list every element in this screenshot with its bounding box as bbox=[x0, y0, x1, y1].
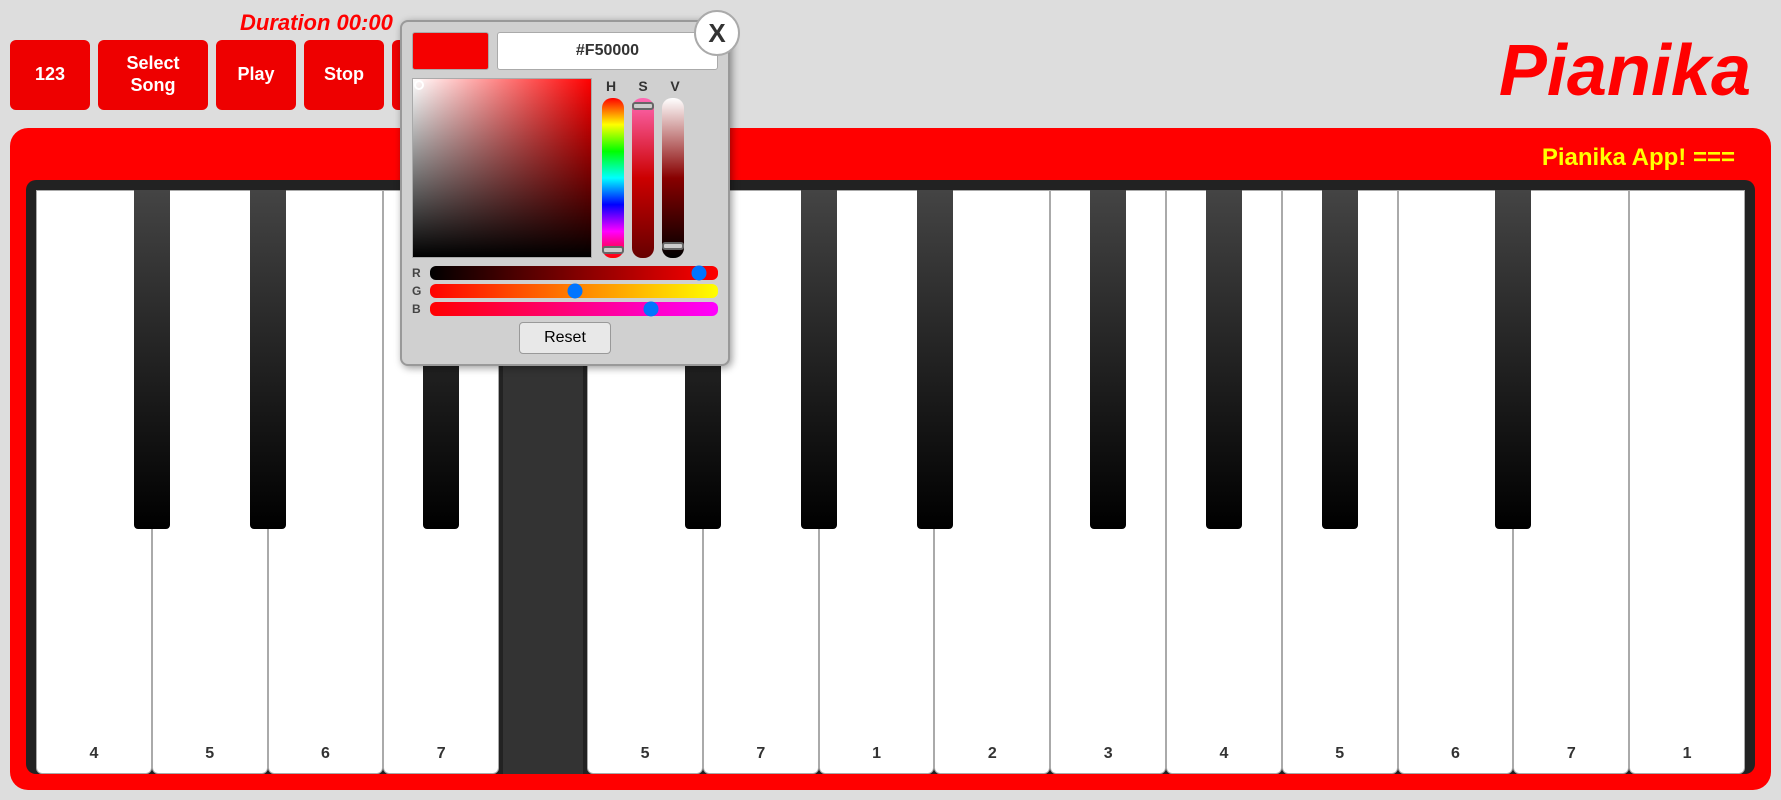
hsv-labels: H S V bbox=[600, 78, 686, 94]
gradient-cursor bbox=[414, 80, 424, 90]
saturation-slider-container bbox=[632, 98, 654, 258]
key-label-1b: 1 bbox=[1683, 745, 1692, 763]
duration-label: Duration 00:00 bbox=[240, 10, 393, 36]
key-label-7a: 7 bbox=[437, 745, 446, 763]
key-label-5c: 5 bbox=[1335, 745, 1344, 763]
saturation-label: S bbox=[632, 78, 654, 94]
app-container: Duration 00:00 123 SelectSong Play Stop … bbox=[0, 0, 1781, 800]
hue-slider-thumb bbox=[602, 246, 624, 254]
hsv-sliders: H S V bbox=[600, 78, 686, 258]
key-label-6b: 6 bbox=[1451, 745, 1460, 763]
btn-select-song[interactable]: SelectSong bbox=[98, 40, 208, 110]
sliders-row bbox=[602, 98, 684, 258]
key-label-5b: 5 bbox=[641, 745, 650, 763]
black-key-5[interactable] bbox=[801, 190, 837, 529]
black-key-10[interactable] bbox=[1495, 190, 1531, 529]
btn-stop[interactable]: Stop bbox=[304, 40, 384, 110]
color-picker-close-button[interactable]: X bbox=[694, 10, 740, 56]
color-picker-popup: X H S V bbox=[400, 20, 730, 366]
key-label-6: 6 bbox=[321, 745, 330, 763]
color-picker-body: H S V bbox=[412, 78, 718, 258]
keys-wrapper: 4 5 6 7 5 7 bbox=[36, 190, 1745, 774]
key-label-4b: 4 bbox=[1219, 745, 1228, 763]
key-label-2: 2 bbox=[988, 745, 997, 763]
piano-container: Pianika App! === 4 5 6 7 bbox=[10, 128, 1771, 790]
piano-keys-area: 4 5 6 7 5 7 bbox=[26, 180, 1755, 774]
rgb-sliders: R G B bbox=[412, 266, 718, 316]
blue-slider[interactable] bbox=[430, 302, 718, 316]
key-label-1a: 1 bbox=[872, 745, 881, 763]
value-label: V bbox=[664, 78, 686, 94]
key-label-3: 3 bbox=[1104, 745, 1113, 763]
brightness-slider-thumb bbox=[662, 242, 684, 250]
piano-subtitle: Pianika App! === bbox=[26, 144, 1755, 172]
brightness-slider-container bbox=[662, 98, 684, 258]
gradient-picker-inner bbox=[413, 79, 591, 257]
key-label-4: 4 bbox=[89, 745, 98, 763]
key-label-7c: 7 bbox=[1567, 745, 1576, 763]
reset-button[interactable]: Reset bbox=[519, 322, 611, 354]
saturation-slider[interactable] bbox=[632, 98, 654, 258]
saturation-slider-thumb bbox=[632, 102, 654, 110]
black-key-6[interactable] bbox=[917, 190, 953, 529]
hue-slider[interactable] bbox=[602, 98, 624, 258]
hue-slider-container bbox=[602, 98, 624, 258]
gradient-picker[interactable] bbox=[412, 78, 592, 258]
app-title: Pianika bbox=[1499, 30, 1751, 112]
key-label-5a: 5 bbox=[205, 745, 214, 763]
top-bar: Duration 00:00 123 SelectSong Play Stop … bbox=[10, 10, 1771, 120]
red-slider-row: R bbox=[412, 266, 718, 280]
black-key-2[interactable] bbox=[250, 190, 286, 529]
brightness-slider[interactable] bbox=[662, 98, 684, 258]
color-hex-input[interactable] bbox=[497, 32, 718, 70]
color-picker-header bbox=[412, 32, 718, 70]
green-slider-row: G bbox=[412, 284, 718, 298]
green-label: G bbox=[412, 284, 426, 298]
key-label-7b: 7 bbox=[756, 745, 765, 763]
black-key-7[interactable] bbox=[1090, 190, 1126, 529]
blue-label: B bbox=[412, 302, 426, 316]
btn-play[interactable]: Play bbox=[216, 40, 296, 110]
black-key-8[interactable] bbox=[1206, 190, 1242, 529]
hue-label: H bbox=[600, 78, 622, 94]
blue-slider-row: B bbox=[412, 302, 718, 316]
red-slider[interactable] bbox=[430, 266, 718, 280]
color-preview-box bbox=[412, 32, 489, 70]
white-key-1b[interactable]: 1 bbox=[1629, 190, 1745, 774]
black-key-1[interactable] bbox=[134, 190, 170, 529]
black-key-9[interactable] bbox=[1322, 190, 1358, 529]
green-slider[interactable] bbox=[430, 284, 718, 298]
btn-123[interactable]: 123 bbox=[10, 40, 90, 110]
red-label: R bbox=[412, 266, 426, 280]
